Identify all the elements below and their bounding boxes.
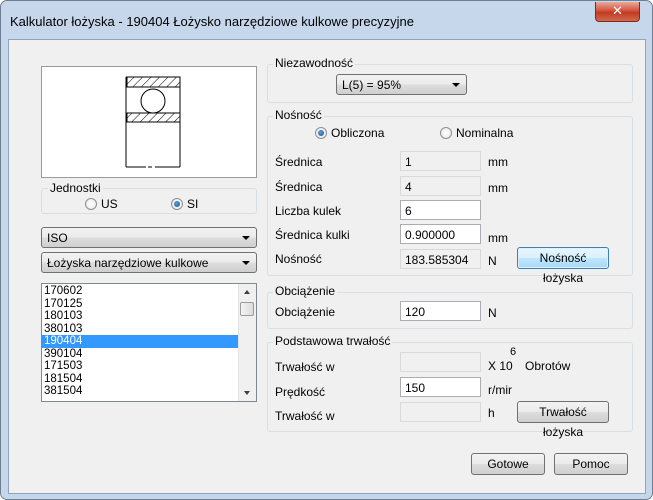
list-item[interactable]: 390104 — [42, 348, 238, 361]
ball-diameter-input[interactable]: 0.900000 — [400, 224, 481, 244]
scroll-thumb[interactable] — [240, 302, 254, 316]
balls-count-label: Liczba kulek — [275, 204, 342, 218]
chevron-down-icon — [242, 261, 250, 265]
list-item[interactable]: 170602 — [42, 285, 238, 298]
load-input[interactable]: 120 — [400, 301, 481, 321]
list-item[interactable]: 381504 — [42, 385, 238, 398]
units-us-radio[interactable] — [85, 198, 97, 210]
life-revolutions-field — [400, 352, 481, 372]
bearing-list[interactable]: 170602 170125 180103 380103 190404 390104 1715… — [41, 283, 257, 402]
life-group-label: Podstawowa trwałość — [273, 334, 393, 348]
diameter1-unit: mm — [488, 155, 508, 169]
life-revolutions-unit-exponent: 6 — [510, 346, 517, 358]
bearing-list-items: 170602 170125 180103 380103 190404 390104 1715… — [42, 284, 256, 398]
list-item[interactable]: 180103 — [42, 310, 238, 323]
capacity-calculated-radio[interactable] — [315, 127, 327, 139]
capacity-nominal-radio[interactable] — [440, 127, 452, 139]
bearing-calculator-window: Kalkulator łożyska - 190404 Łożysko narz… — [0, 0, 653, 500]
reliability-group-label: Niezawodność — [273, 56, 356, 70]
bearing-list-scrollbar[interactable] — [238, 284, 256, 401]
diameter1-field: 1 — [400, 151, 481, 171]
balls-count-input[interactable]: 6 — [400, 200, 481, 220]
load-label: Obciążenie — [275, 305, 336, 319]
chevron-down-icon — [452, 83, 460, 87]
load-group-label: Obciążenie — [273, 284, 338, 298]
units-us-label[interactable]: US — [101, 197, 118, 211]
bearing-drawing — [41, 66, 257, 178]
reliability-select[interactable]: L(5) = 95% — [336, 74, 467, 95]
units-si-label[interactable]: SI — [187, 197, 198, 211]
speed-unit: r/mir — [488, 383, 512, 397]
speed-input[interactable]: 150 — [400, 377, 481, 397]
bearing-type-select[interactable]: Łożyska narzędziowe kulkowe — [41, 252, 257, 273]
bearing-life-button[interactable]: Trwałość łożyska — [517, 401, 609, 439]
ball-diameter-label: Średnica kulki — [275, 228, 350, 242]
scroll-down-icon[interactable] — [244, 391, 250, 395]
life-revolutions-label: Trwałość w — [275, 360, 335, 374]
diameter2-label: Średnica — [275, 180, 323, 194]
life-revolutions-unit-suffix: Obrotów — [525, 359, 571, 373]
ball-diameter-unit: mm — [488, 231, 508, 245]
bearing-cross-section-icon — [125, 76, 181, 168]
standard-select[interactable]: ISO — [41, 227, 257, 248]
list-item[interactable]: 190404 — [42, 335, 238, 348]
life-hours-label: Trwałość w — [275, 409, 335, 423]
units-group-label: Jednostki — [48, 181, 103, 195]
close-button[interactable]: ✕ — [595, 2, 640, 22]
list-item[interactable]: 380103 — [42, 323, 238, 336]
dialog-content: Jednostki US SI ISO Łożyska narzędziowe … — [8, 39, 646, 494]
bearing-type-select-value: Łożyska narzędziowe kulkowe — [47, 256, 209, 270]
done-button[interactable]: Gotowe — [471, 453, 545, 475]
diameter2-unit: mm — [488, 181, 508, 195]
standard-select-value: ISO — [47, 231, 68, 245]
capacity-group-label: Nośność — [273, 108, 324, 122]
close-icon: ✕ — [612, 3, 623, 18]
capacity-calculated-label[interactable]: Obliczona — [331, 126, 384, 140]
title-bar[interactable]: Kalkulator łożyska - 190404 Łożysko narz… — [1, 1, 652, 39]
list-item[interactable]: 170125 — [42, 298, 238, 311]
capacity-field: 183.585304 — [400, 249, 481, 269]
list-item[interactable]: 171503 — [42, 360, 238, 373]
scroll-up-icon[interactable] — [244, 290, 250, 294]
bearing-capacity-button[interactable]: Nośność łożyska — [517, 247, 609, 285]
life-hours-field — [400, 402, 481, 422]
life-revolutions-unit-base: X 10 — [488, 359, 513, 373]
units-si-radio[interactable] — [171, 198, 183, 210]
load-unit: N — [488, 306, 497, 320]
life-hours-unit: h — [488, 406, 495, 420]
window-title: Kalkulator łożyska - 190404 Łożysko narz… — [10, 14, 414, 29]
speed-label: Prędkość — [275, 385, 326, 399]
capacity-nominal-label[interactable]: Nominalna — [456, 126, 513, 140]
reliability-select-value: L(5) = 95% — [342, 78, 402, 92]
diameter1-label: Średnica — [275, 155, 323, 169]
diameter2-field: 4 — [400, 176, 481, 196]
chevron-down-icon — [242, 236, 250, 240]
capacity-unit: N — [488, 254, 497, 268]
capacity-label: Nośność — [275, 252, 322, 266]
help-button[interactable]: Pomoc — [554, 453, 628, 475]
list-item[interactable]: 181504 — [42, 373, 238, 386]
